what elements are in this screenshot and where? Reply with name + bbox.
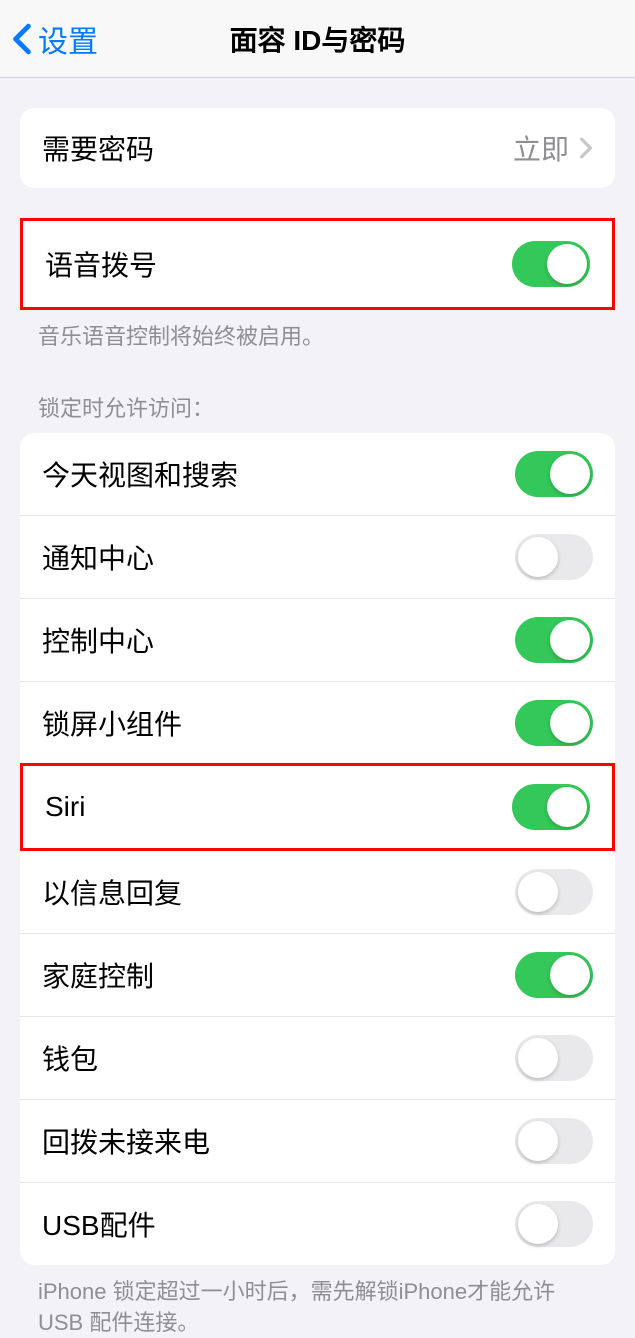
back-label: 设置 [38,17,98,61]
usb-accessories-label: USB配件 [42,1204,156,1244]
usb-accessories-toggle[interactable] [515,1201,593,1247]
callback-toggle[interactable] [515,1118,593,1164]
reply-message-row: 以信息回复 [20,850,615,933]
voice-dial-group: 语音拨号 [20,218,615,310]
notification-center-toggle[interactable] [515,534,593,580]
voice-dial-label: 语音拨号 [45,244,157,284]
callback-row: 回拨未接来电 [20,1099,615,1182]
wallet-label: 钱包 [42,1038,98,1078]
require-passcode-label: 需要密码 [42,128,154,168]
lock-widgets-row: 锁屏小组件 [20,681,615,764]
voice-dial-footer: 音乐语音控制将始终被启用。 [0,310,635,353]
siri-label: Siri [45,791,85,823]
lock-access-header: 锁定时允许访问： [0,353,635,433]
toggle-knob [518,1038,558,1078]
notification-center-row: 通知中心 [20,515,615,598]
siri-toggle[interactable] [512,784,590,830]
lock-widgets-toggle[interactable] [515,700,593,746]
voice-dial-row: 语音拨号 [23,221,612,307]
page-title: 面容 ID与密码 [230,19,406,59]
today-view-toggle[interactable] [515,451,593,497]
toggle-knob [550,703,590,743]
settings-content: 需要密码 立即 语音拨号 音乐语音控制将始终被启用。 锁定时允许访问： [0,108,635,1338]
lock-access-footer: iPhone 锁定超过一小时后，需先解锁iPhone才能允许USB 配件连接。 [0,1265,635,1338]
control-center-row: 控制中心 [20,598,615,681]
toggle-knob [547,244,587,284]
passcode-requirement-group: 需要密码 立即 [20,108,615,188]
today-view-row: 今天视图和搜索 [20,433,615,515]
toggle-knob [550,454,590,494]
wallet-row: 钱包 [20,1016,615,1099]
reply-message-label: 以信息回复 [42,872,182,912]
chevron-right-icon [579,137,593,159]
today-view-label: 今天视图和搜索 [42,454,238,494]
toggle-knob [518,1204,558,1244]
reply-message-toggle[interactable] [515,869,593,915]
require-passcode-value: 立即 [513,128,593,168]
notification-center-label: 通知中心 [42,537,154,577]
toggle-knob [550,955,590,995]
lock-widgets-label: 锁屏小组件 [42,703,182,743]
toggle-knob [518,537,558,577]
siri-row: Siri [20,763,615,851]
back-button[interactable]: 设置 [0,17,98,61]
navigation-header: 设置 面容 ID与密码 [0,0,635,78]
control-center-toggle[interactable] [515,617,593,663]
toggle-knob [550,620,590,660]
toggle-knob [518,872,558,912]
lock-access-group: 今天视图和搜索 通知中心 控制中心 锁屏小组件 Siri [20,433,615,1265]
voice-dial-toggle[interactable] [512,241,590,287]
control-center-label: 控制中心 [42,620,154,660]
usb-accessories-row: USB配件 [20,1182,615,1265]
toggle-knob [518,1121,558,1161]
wallet-toggle[interactable] [515,1035,593,1081]
require-passcode-value-text: 立即 [513,128,569,168]
callback-label: 回拨未接来电 [42,1121,210,1161]
home-control-toggle[interactable] [515,952,593,998]
chevron-left-icon [12,23,32,55]
toggle-knob [547,787,587,827]
require-passcode-row[interactable]: 需要密码 立即 [20,108,615,188]
home-control-row: 家庭控制 [20,933,615,1016]
home-control-label: 家庭控制 [42,955,154,995]
